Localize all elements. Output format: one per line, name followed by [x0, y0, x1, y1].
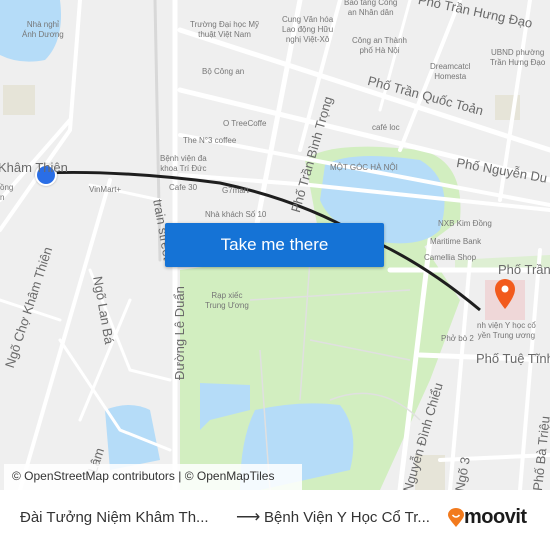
- take-me-there-button[interactable]: Take me there: [165, 223, 384, 267]
- place-label: Nhà nghỉ Ánh Dương: [22, 20, 64, 39]
- street-label: Phố Tuệ Tĩnh: [476, 351, 550, 366]
- place-label: Trường Đại học Mỹ thuật Việt Nam: [190, 20, 259, 39]
- place-label: Cung Văn hóa Lao động Hữu nghị Việt-Xô: [282, 15, 334, 44]
- place-label: Cafe 30: [169, 183, 198, 192]
- place-label: UBND phường Trần Hưng Đạo: [490, 48, 546, 67]
- route-footer: Đài Tưởng Niệm Khâm Th... ⟶ Bệnh Viện Y …: [0, 490, 550, 550]
- place-label: Bộ Công an: [202, 67, 245, 76]
- place-label: Rạp xiếc Trung Ương: [205, 291, 249, 310]
- origin-stop-name: Đài Tưởng Niệm Khâm Th...: [20, 509, 209, 526]
- place-label: Công an Thành phố Hà Nội: [352, 36, 408, 55]
- street-label: Khâm Thiên: [0, 160, 68, 175]
- place-label: Dreamcatcl Homesta: [430, 62, 471, 81]
- lake: [105, 405, 160, 470]
- place-label: O TreeCoffe: [223, 119, 267, 128]
- place-label: Bảo tàng Công an Nhân dân: [344, 0, 398, 17]
- place-label: Maritime Bank: [430, 237, 482, 246]
- arrow-right-icon: ⟶: [236, 507, 261, 526]
- place-label: Nhà khách Số 10: [205, 210, 267, 219]
- place-label: ồng n: [0, 183, 14, 202]
- destination-stop-name: Bệnh Viện Y Học Cổ Tr...: [264, 509, 430, 526]
- place-label: Bệnh viện đa khoa Trí Đức: [160, 154, 207, 173]
- place-label: nh viện Y học cổ yền Trung ương: [477, 321, 536, 340]
- place-label: The N°3 coffee: [183, 136, 237, 145]
- block: [3, 85, 35, 115]
- map-attribution[interactable]: © OpenStreetMap contributors | © OpenMap…: [4, 464, 302, 490]
- moovit-pin-icon: [448, 507, 464, 527]
- place-label: Camellia Shop: [424, 253, 477, 262]
- place-label: Phở bò 2: [441, 334, 474, 343]
- moovit-logo[interactable]: moovit: [448, 506, 527, 529]
- place-label: MỘT GÓC HÀ NỘI: [330, 163, 398, 172]
- street-label: Đường Lê Duẩn: [172, 286, 187, 380]
- place-label: café loc: [372, 123, 400, 132]
- place-label: VinMart+: [89, 185, 122, 194]
- moovit-wordmark: moovit: [464, 506, 527, 528]
- place-label: G7mart: [222, 186, 249, 195]
- street-label: Phố Trần: [498, 262, 550, 277]
- map-view[interactable]: Nhà nghỉ Ánh Dương Trường Đại học Mỹ thuật…: [0, 0, 550, 490]
- place-label: NXB Kim Đồng: [438, 219, 492, 228]
